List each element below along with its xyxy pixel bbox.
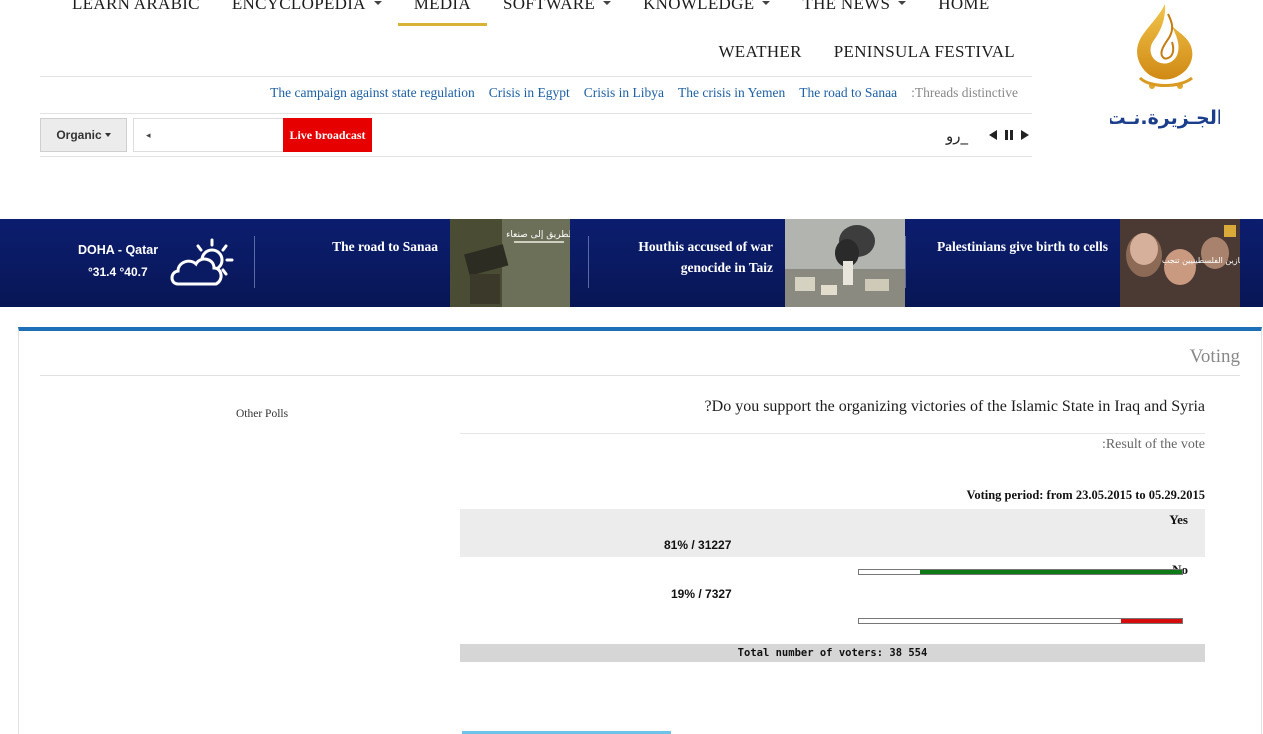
- result-bar-yes: [858, 569, 1183, 575]
- svg-text:الطريق إلى صنعاء: الطريق إلى صنعاء: [506, 230, 570, 240]
- option-value-no: 19% / 7327: [671, 587, 732, 601]
- option-value-yes: 81% / 31227: [664, 538, 732, 552]
- prev-icon[interactable]: [986, 128, 1000, 142]
- secondary-nav: WEATHER PENINSULA FESTIVAL: [702, 42, 1031, 66]
- caret-down-icon: [373, 1, 382, 5]
- weather-city: DOHA - Qatar: [78, 243, 159, 257]
- caret-down-icon: [603, 1, 612, 5]
- voting-period: Voting period: from 23.05.2015 to 05.29.…: [966, 488, 1205, 502]
- total-voters: Total number of voters: 38 554: [460, 644, 1205, 662]
- thread-link[interactable]: Crisis in Egypt: [489, 85, 570, 101]
- caret-down-icon: [104, 133, 111, 137]
- next-icon[interactable]: [1018, 128, 1032, 142]
- nav-label: SOFTWARE: [502, 0, 596, 13]
- threads-bar: The campaign against state regulation Cr…: [256, 85, 1018, 101]
- threads-label: :Threads distinctive: [911, 85, 1018, 100]
- nav-label: KNOWLEDGE: [643, 0, 755, 13]
- thread-link[interactable]: The campaign against state regulation: [270, 85, 475, 101]
- nav-label: WEATHER: [718, 42, 802, 61]
- nav-learn-arabic[interactable]: LEARN ARABIC: [56, 0, 216, 14]
- aljazeera-logo[interactable]: الجـزيرة.نـت: [1107, 0, 1223, 130]
- question-divider: [460, 433, 1205, 434]
- strip-separator: [254, 236, 255, 288]
- strip-separator: [905, 236, 906, 288]
- panel-divider: [40, 375, 1240, 376]
- nav-label: ENCYCLOPEDIA: [231, 0, 366, 13]
- nav-the-news[interactable]: THE NEWS: [786, 0, 922, 14]
- nav-label: HOME: [938, 0, 990, 13]
- story-image-road-to-sanaa[interactable]: الطريق إلى صنعاء: [450, 219, 570, 307]
- organic-label: Organic: [56, 128, 102, 142]
- svg-text:زنازين الفلسطينيين تنجب: زنازين الفلسطينيين تنجب: [1162, 256, 1240, 265]
- live-broadcast-button[interactable]: Live broadcast: [283, 118, 372, 152]
- voting-title: Voting: [1189, 346, 1240, 367]
- story-image-palestinians[interactable]: زنازين الفلسطينيين تنجب: [1120, 219, 1240, 307]
- poll-question: ?Do you support the organizing victories…: [704, 398, 1205, 415]
- nav-label: MEDIA: [413, 0, 471, 13]
- thread-link[interactable]: Crisis in Libya: [584, 85, 664, 101]
- threads-divider: [40, 113, 1032, 114]
- poll-row-yes: [460, 509, 1205, 557]
- nav-label: PENINSULA FESTIVAL: [833, 42, 1015, 61]
- story-title[interactable]: Houthis accused of war genocide in Taiz: [624, 236, 773, 278]
- aljazeera-emblem-icon: الجـزيرة.نـت: [1107, 4, 1223, 129]
- option-label-yes: Yes: [1169, 512, 1188, 527]
- caret-down-icon: [898, 1, 907, 5]
- nav-encyclopedia[interactable]: ENCYCLOPEDIA: [216, 0, 398, 14]
- main-nav: LEARN ARABIC ENCYCLOPEDIA MEDIA SOFTWARE…: [56, 0, 1006, 26]
- nav-media[interactable]: MEDIA: [397, 0, 488, 26]
- ticker-text: رو_: [946, 127, 968, 145]
- nav-label: LEARN ARABIC: [72, 0, 200, 13]
- story-title[interactable]: The road to Sanaa: [320, 236, 438, 257]
- strip-separator: [588, 236, 589, 288]
- partly-cloudy-icon: [170, 238, 234, 286]
- search-input[interactable]: [133, 118, 285, 152]
- nav-weather[interactable]: WEATHER: [702, 42, 817, 62]
- nav-knowledge[interactable]: KNOWLEDGE: [627, 0, 786, 14]
- caret-down-icon: [762, 1, 771, 5]
- nav-home[interactable]: HOME: [922, 0, 1005, 14]
- svg-text:الجـزيرة.نـت: الجـزيرة.نـت: [1110, 107, 1220, 129]
- result-bar-fill-no: [1120, 619, 1182, 623]
- thread-link[interactable]: The road to Sanaa: [799, 85, 897, 101]
- story-image-taiz[interactable]: [785, 219, 905, 307]
- weather-temps: °31.4 °40.7: [88, 265, 148, 279]
- organic-dropdown[interactable]: Organic: [40, 118, 127, 152]
- story-title[interactable]: Palestinians give birth to cells: [920, 236, 1108, 257]
- nav-divider: [40, 76, 1032, 77]
- result-bar-fill-yes: [920, 570, 1182, 574]
- other-polls-link[interactable]: Other Polls: [236, 408, 288, 420]
- nav-label: THE NEWS: [802, 0, 891, 13]
- search-divider: [40, 156, 1032, 157]
- result-label: :Result of the vote: [1101, 437, 1205, 452]
- nav-software[interactable]: SOFTWARE: [487, 0, 627, 14]
- pause-icon[interactable]: [1002, 128, 1016, 142]
- result-bar-no: [858, 618, 1183, 624]
- thread-link[interactable]: The crisis in Yemen: [678, 85, 785, 101]
- nav-peninsula-festival[interactable]: PENINSULA FESTIVAL: [818, 42, 1031, 62]
